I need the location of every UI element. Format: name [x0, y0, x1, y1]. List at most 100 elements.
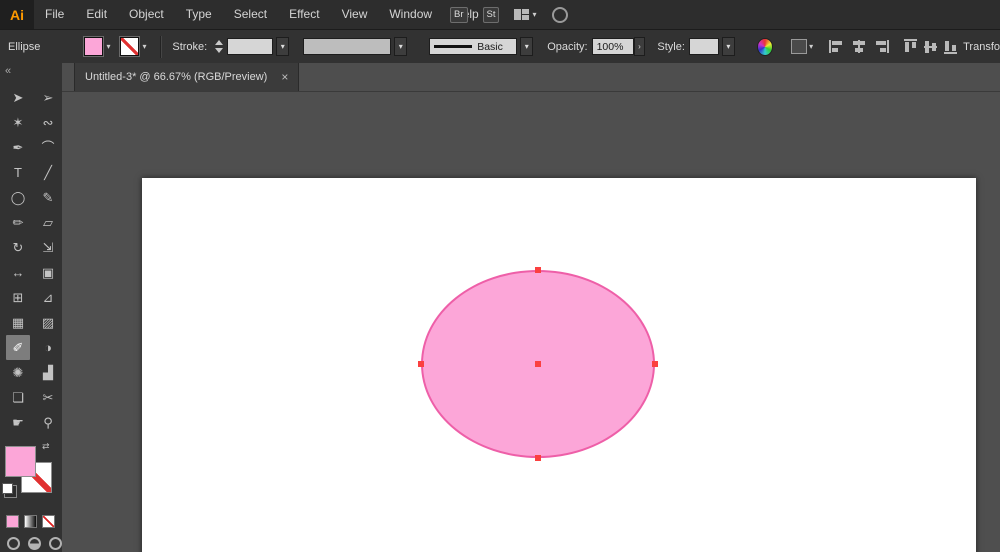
- menu-effect[interactable]: Effect: [278, 0, 330, 29]
- gradient-button[interactable]: [24, 515, 37, 528]
- stepper-down-icon[interactable]: [215, 48, 224, 53]
- tool-blend[interactable]: ◑: [36, 335, 60, 360]
- select-similar-icon[interactable]: [791, 39, 808, 54]
- tool-direct-selection[interactable]: ➢: [36, 85, 60, 110]
- menu-select[interactable]: Select: [223, 0, 278, 29]
- select-similar-control[interactable]: ▾: [791, 39, 813, 54]
- style-select[interactable]: ▾: [688, 37, 735, 56]
- brush-stroke-preview: [434, 45, 473, 48]
- draw-inside-icon[interactable]: [49, 537, 62, 550]
- menu-edit[interactable]: Edit: [75, 0, 118, 29]
- fill-color-control[interactable]: ▾: [84, 37, 110, 56]
- tool-pen[interactable]: ✒: [6, 135, 30, 160]
- menu-view[interactable]: View: [331, 0, 379, 29]
- stroke-weight-select[interactable]: ▾: [227, 37, 290, 56]
- tool-type[interactable]: T: [6, 160, 30, 185]
- chevron-down-icon[interactable]: ▾: [721, 37, 735, 56]
- width-profile-value[interactable]: [303, 38, 392, 55]
- swap-fill-stroke-icon[interactable]: ⇄: [42, 441, 50, 452]
- menu-items: File Edit Object Type Select Effect View Window…: [34, 0, 490, 29]
- align-horizontal-right-icon[interactable]: [874, 40, 890, 53]
- color-button[interactable]: [6, 515, 19, 528]
- anchor-point[interactable]: [652, 361, 658, 367]
- align-horizontal-left-icon[interactable]: [829, 40, 844, 53]
- tool-ellipse[interactable]: ◯: [6, 185, 30, 210]
- tool-free-transform[interactable]: ▣: [36, 260, 60, 285]
- gpu-performance-icon[interactable]: [551, 6, 568, 23]
- tool-eyedropper[interactable]: ✐: [6, 335, 30, 360]
- chevron-down-icon[interactable]: ▾: [142, 42, 146, 51]
- tool-selection[interactable]: ➤: [6, 85, 30, 110]
- appbar-buttons: Br St ▾: [450, 0, 568, 29]
- transform-label[interactable]: Transfo: [957, 41, 1000, 53]
- tool-magic-wand[interactable]: ✶: [6, 110, 30, 135]
- menu-window[interactable]: Window: [378, 0, 443, 29]
- draw-behind-icon[interactable]: [28, 537, 41, 550]
- tool-slice[interactable]: ✂: [36, 385, 60, 410]
- align-vertical-top-icon[interactable]: [904, 39, 918, 54]
- tool-width[interactable]: ↔: [6, 260, 30, 285]
- center-point[interactable]: [535, 361, 541, 367]
- brush-definition-value[interactable]: Basic: [429, 38, 518, 55]
- opacity-input[interactable]: [591, 38, 634, 55]
- tool-rotate[interactable]: ↻: [6, 235, 30, 260]
- tool-curvature[interactable]: ⌒: [36, 135, 60, 160]
- chevron-down-icon[interactable]: ▾: [809, 42, 813, 51]
- anchor-point[interactable]: [535, 267, 541, 273]
- stroke-weight-value[interactable]: [227, 38, 274, 55]
- stroke-color-swatch[interactable]: [120, 37, 140, 56]
- tool-mesh[interactable]: ▦: [6, 310, 30, 335]
- document-tab[interactable]: Untitled-3* @ 66.67% (RGB/Preview) ×: [74, 63, 300, 91]
- color-mode-buttons: [0, 515, 62, 528]
- fill-color-swatch[interactable]: [84, 37, 104, 56]
- tool-paintbrush[interactable]: ✎: [36, 185, 60, 210]
- tool-perspective-grid[interactable]: ⊿: [36, 285, 60, 310]
- recolor-artwork-icon[interactable]: [756, 37, 774, 56]
- style-value[interactable]: [688, 38, 719, 55]
- tool-column-graph[interactable]: ▟: [36, 360, 60, 385]
- stock-button[interactable]: St: [482, 6, 500, 23]
- stroke-weight-stepper[interactable]: [215, 40, 224, 53]
- tools-panel: « ➤ ➢ ✶ ∾ ✒ ⌒ T ╱ ◯ ✎ ✏ ▱ ↻ ⇲ ↔ ▣ ⊞ ⊿ ▦ ▨ ✐ ◑ ✺ ▟ ❏ ✂ ☛ ⚲ ⇄: [0, 63, 63, 552]
- align-horizontal-center-icon[interactable]: [851, 40, 867, 53]
- anchor-point[interactable]: [418, 361, 424, 367]
- collapse-panel-icon[interactable]: «: [0, 63, 62, 81]
- menu-object[interactable]: Object: [118, 0, 175, 29]
- fill-swatch[interactable]: [5, 446, 36, 477]
- anchor-point[interactable]: [535, 455, 541, 461]
- tool-artboard[interactable]: ❏: [6, 385, 30, 410]
- tool-line-segment[interactable]: ╱: [36, 160, 60, 185]
- tool-lasso[interactable]: ∾: [36, 110, 60, 135]
- menu-type[interactable]: Type: [175, 0, 223, 29]
- tools-grid: ➤ ➢ ✶ ∾ ✒ ⌒ T ╱ ◯ ✎ ✏ ▱ ↻ ⇲ ↔ ▣ ⊞ ⊿ ▦ ▨ ✐ ◑ ✺ ▟ ❏ ✂ ☛ ⚲: [0, 85, 62, 435]
- none-button[interactable]: [42, 515, 55, 528]
- chevron-down-icon[interactable]: ▾: [276, 37, 290, 56]
- tool-eraser[interactable]: ▱: [36, 210, 60, 235]
- chevron-down-icon[interactable]: ▾: [106, 42, 110, 51]
- width-profile-select[interactable]: ▾: [303, 37, 408, 56]
- app-logo[interactable]: Ai: [0, 0, 34, 29]
- canvas-area[interactable]: [62, 92, 1000, 552]
- tool-hand[interactable]: ☛: [6, 410, 30, 435]
- tool-zoom[interactable]: ⚲: [36, 410, 60, 435]
- chevron-down-icon[interactable]: ▾: [520, 37, 534, 56]
- tool-scale[interactable]: ⇲: [36, 235, 60, 260]
- brush-definition-select[interactable]: Basic ▾: [429, 37, 534, 56]
- tool-shape-builder[interactable]: ⊞: [6, 285, 30, 310]
- align-vertical-bottom-icon[interactable]: [944, 39, 958, 54]
- stepper-up-icon[interactable]: [215, 40, 224, 45]
- default-fill-stroke-icon[interactable]: [2, 483, 13, 494]
- align-vertical-center-icon[interactable]: [924, 39, 938, 55]
- bridge-button[interactable]: Br: [450, 6, 468, 23]
- chevron-down-icon[interactable]: ▾: [394, 37, 408, 56]
- stroke-color-control[interactable]: ▾: [120, 37, 146, 56]
- style-label: Style:: [657, 40, 685, 53]
- tab-close-icon[interactable]: ×: [281, 70, 288, 84]
- tool-gradient[interactable]: ▨: [36, 310, 60, 335]
- menu-file[interactable]: File: [34, 0, 75, 29]
- opacity-flyout-button[interactable]: ›: [633, 37, 646, 56]
- tool-symbol-sprayer[interactable]: ✺: [6, 360, 30, 385]
- tool-shaper[interactable]: ✏: [6, 210, 30, 235]
- arrange-documents-icon[interactable]: ▾: [514, 9, 537, 20]
- draw-normal-icon[interactable]: [7, 537, 20, 550]
